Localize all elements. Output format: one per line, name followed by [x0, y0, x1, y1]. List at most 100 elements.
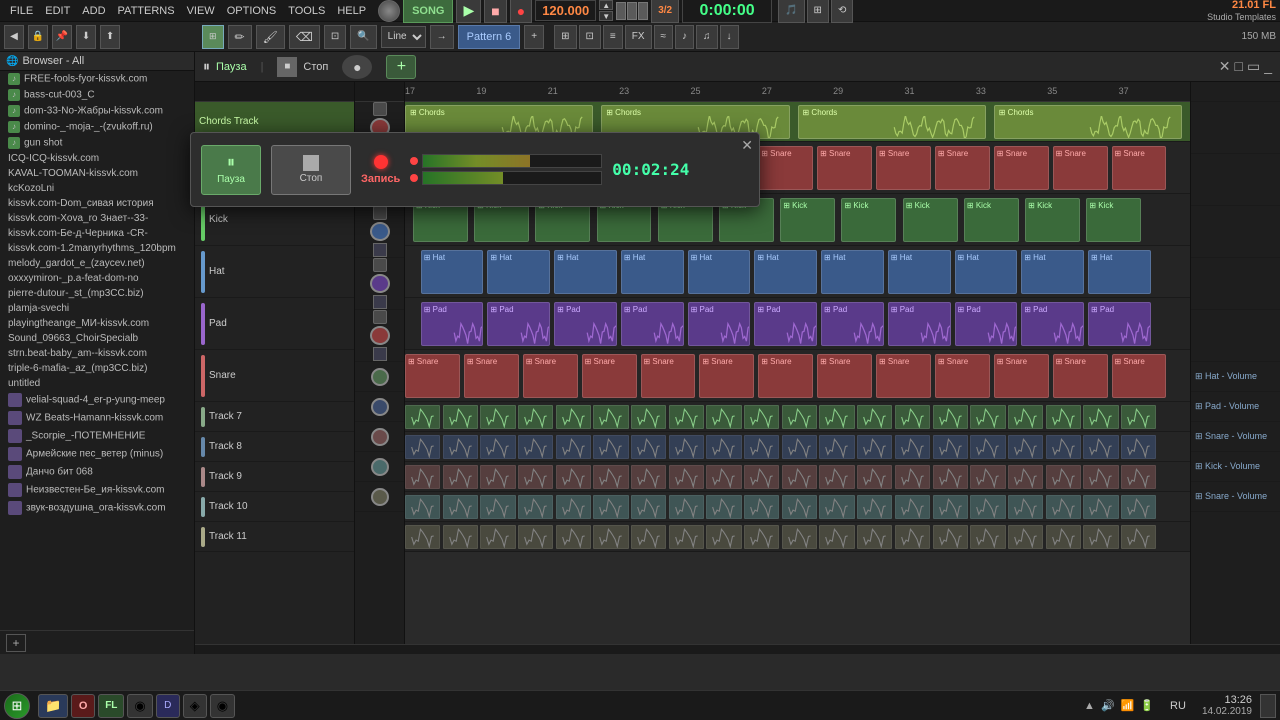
- audio-track9-3[interactable]: [518, 525, 553, 549]
- pattern-hat-0[interactable]: ⊞ Hat: [421, 250, 484, 294]
- audio-track9-13[interactable]: [895, 525, 930, 549]
- track-vol-knob-3[interactable]: [370, 274, 390, 293]
- pattern-hat-4[interactable]: ⊞ Hat: [688, 250, 751, 294]
- menu-patterns[interactable]: PATTERNS: [112, 5, 181, 17]
- audio-track6-5[interactable]: [593, 435, 628, 459]
- audio-track8-13[interactable]: [895, 495, 930, 519]
- stop-label[interactable]: Стоп: [303, 61, 328, 73]
- bpm-down[interactable]: ▼: [599, 11, 613, 21]
- audio-track9-16[interactable]: [1008, 525, 1043, 549]
- audio-track7-0[interactable]: [405, 405, 440, 429]
- pattern-snare2-4[interactable]: ⊞ Snare: [641, 354, 696, 398]
- audio-track8-10[interactable]: [782, 495, 817, 519]
- audio-track9-8[interactable]: [706, 525, 741, 549]
- taskbar-chrome[interactable]: ◉: [127, 694, 152, 718]
- audio-track7-16[interactable]: [1008, 405, 1043, 429]
- pattern-snare2-7[interactable]: ⊞ Snare: [817, 354, 872, 398]
- audio-track7-13[interactable]: [895, 465, 930, 489]
- audio-track7-11[interactable]: [819, 405, 854, 429]
- audio-track6-4[interactable]: [556, 435, 591, 459]
- audio-track6-16[interactable]: [1008, 435, 1043, 459]
- sidebar-item-3[interactable]: ♪domino-_-moja-_-(zvukoff.ru): [0, 119, 194, 135]
- track-vol-knob-8[interactable]: [371, 458, 389, 476]
- pattern-kick-9[interactable]: ⊞ Kick: [964, 198, 1019, 242]
- menu-add[interactable]: ADD: [76, 5, 111, 17]
- sidebar-list[interactable]: ♪FREE-fools-fyor-kissvk.com♪bass-cut-003…: [0, 71, 194, 630]
- audio-track7-2[interactable]: [480, 405, 515, 429]
- audio-track7-17[interactable]: [1046, 405, 1081, 429]
- pattern-snare2-3[interactable]: ⊞ Snare: [582, 354, 637, 398]
- audio-track7-16[interactable]: [1008, 465, 1043, 489]
- start-button[interactable]: ⊞: [4, 693, 30, 719]
- audio-track8-2[interactable]: [480, 495, 515, 519]
- audio-track7-1[interactable]: [443, 405, 478, 429]
- audio-track7-19[interactable]: [1121, 405, 1156, 429]
- audio-track9-5[interactable]: [593, 525, 628, 549]
- pattern-snare-6[interactable]: ⊞ Snare: [758, 146, 813, 190]
- audio-track9-14[interactable]: [933, 525, 968, 549]
- menu-edit[interactable]: EDIT: [39, 5, 76, 17]
- pattern-snare-7[interactable]: ⊞ Snare: [817, 146, 872, 190]
- sidebar-item-11[interactable]: kissvk.com-1.2manyrhythms_120bpm: [0, 241, 194, 256]
- pattern-hat-5[interactable]: ⊞ Hat: [754, 250, 817, 294]
- sidebar-item-21[interactable]: velial-squad-4_er-p-yung-meep: [0, 391, 194, 409]
- erase-btn[interactable]: ⌫: [289, 25, 320, 49]
- audio-track8-8[interactable]: [706, 495, 741, 519]
- pattern-snare2-12[interactable]: ⊞ Snare: [1112, 354, 1167, 398]
- pattern-pad-1[interactable]: ⊞ Pad: [487, 302, 550, 346]
- minimize-icon[interactable]: _: [1264, 58, 1272, 75]
- audio-track7-12[interactable]: [857, 405, 892, 429]
- horizontal-scrollbar[interactable]: [195, 644, 1280, 654]
- pattern-hat-6[interactable]: ⊞ Hat: [821, 250, 884, 294]
- audio-track7-5[interactable]: [593, 465, 628, 489]
- audio-track8-12[interactable]: [857, 495, 892, 519]
- step-btn[interactable]: ⊞: [807, 0, 829, 23]
- audio-track6-13[interactable]: [895, 435, 930, 459]
- rec-pause-button[interactable]: ⏸ Пауза: [201, 145, 261, 195]
- song-mode-button[interactable]: SONG: [403, 0, 453, 23]
- audio-track6-6[interactable]: [631, 435, 666, 459]
- audio-track9-0[interactable]: [405, 525, 440, 549]
- pattern-snare2-10[interactable]: ⊞ Snare: [994, 354, 1049, 398]
- tb2-btn1[interactable]: ◀: [4, 25, 24, 49]
- audio-track7-3[interactable]: [518, 405, 553, 429]
- audio-track7-0[interactable]: [405, 465, 440, 489]
- pattern-snare-8[interactable]: ⊞ Snare: [876, 146, 931, 190]
- chord-btn[interactable]: ♫: [696, 25, 718, 49]
- track-vol-knob-9[interactable]: [371, 488, 389, 506]
- audio-track9-4[interactable]: [556, 525, 591, 549]
- sidebar-item-27[interactable]: звук-воздушна_ora-kissvk.com: [0, 499, 194, 517]
- audio-track6-19[interactable]: [1121, 435, 1156, 459]
- pattern-hat-9[interactable]: ⊞ Hat: [1021, 250, 1084, 294]
- audio-track9-10[interactable]: [782, 525, 817, 549]
- track-solo-2[interactable]: [373, 243, 387, 257]
- sidebar-item-16[interactable]: playingtheange_МИ-kissvk.com: [0, 316, 194, 331]
- menu-file[interactable]: FILE: [4, 5, 39, 17]
- ch-btn[interactable]: ⊡: [579, 25, 601, 49]
- playlist-mode-btn[interactable]: ⊞: [202, 25, 224, 49]
- pattern-snare2-11[interactable]: ⊞ Snare: [1053, 354, 1108, 398]
- pattern-pad-9[interactable]: ⊞ Pad: [1021, 302, 1084, 346]
- pattern-kick-7[interactable]: ⊞ Kick: [841, 198, 896, 242]
- pattern-pad-7[interactable]: ⊞ Pad: [888, 302, 951, 346]
- audio-track7-15[interactable]: [970, 405, 1005, 429]
- pattern-kick-10[interactable]: ⊞ Kick: [1025, 198, 1080, 242]
- metronome-btn[interactable]: 🎵: [778, 0, 804, 23]
- track-mute-2[interactable]: [373, 206, 387, 220]
- audio-track7-13[interactable]: [895, 405, 930, 429]
- sidebar-item-8[interactable]: kissvk.com-Dom_сивая история: [0, 196, 194, 211]
- audio-track7-10[interactable]: [782, 405, 817, 429]
- audio-track9-12[interactable]: [857, 525, 892, 549]
- audio-track7-18[interactable]: [1083, 405, 1118, 429]
- sidebar-item-13[interactable]: oxxxymiron-_p.a-feat-dom-no: [0, 271, 194, 286]
- sidebar-item-2[interactable]: ♪dom-33-No-Жабры-kissvk.com: [0, 103, 194, 119]
- audio-track8-11[interactable]: [819, 495, 854, 519]
- audio-track6-0[interactable]: [405, 435, 440, 459]
- audio-track9-2[interactable]: [480, 525, 515, 549]
- audio-track8-7[interactable]: [669, 495, 704, 519]
- audio-track7-18[interactable]: [1083, 465, 1118, 489]
- audio-track7-9[interactable]: [744, 405, 779, 429]
- stop-button[interactable]: ■: [484, 0, 506, 23]
- pattern-snare-9[interactable]: ⊞ Snare: [935, 146, 990, 190]
- audio-track7-19[interactable]: [1121, 465, 1156, 489]
